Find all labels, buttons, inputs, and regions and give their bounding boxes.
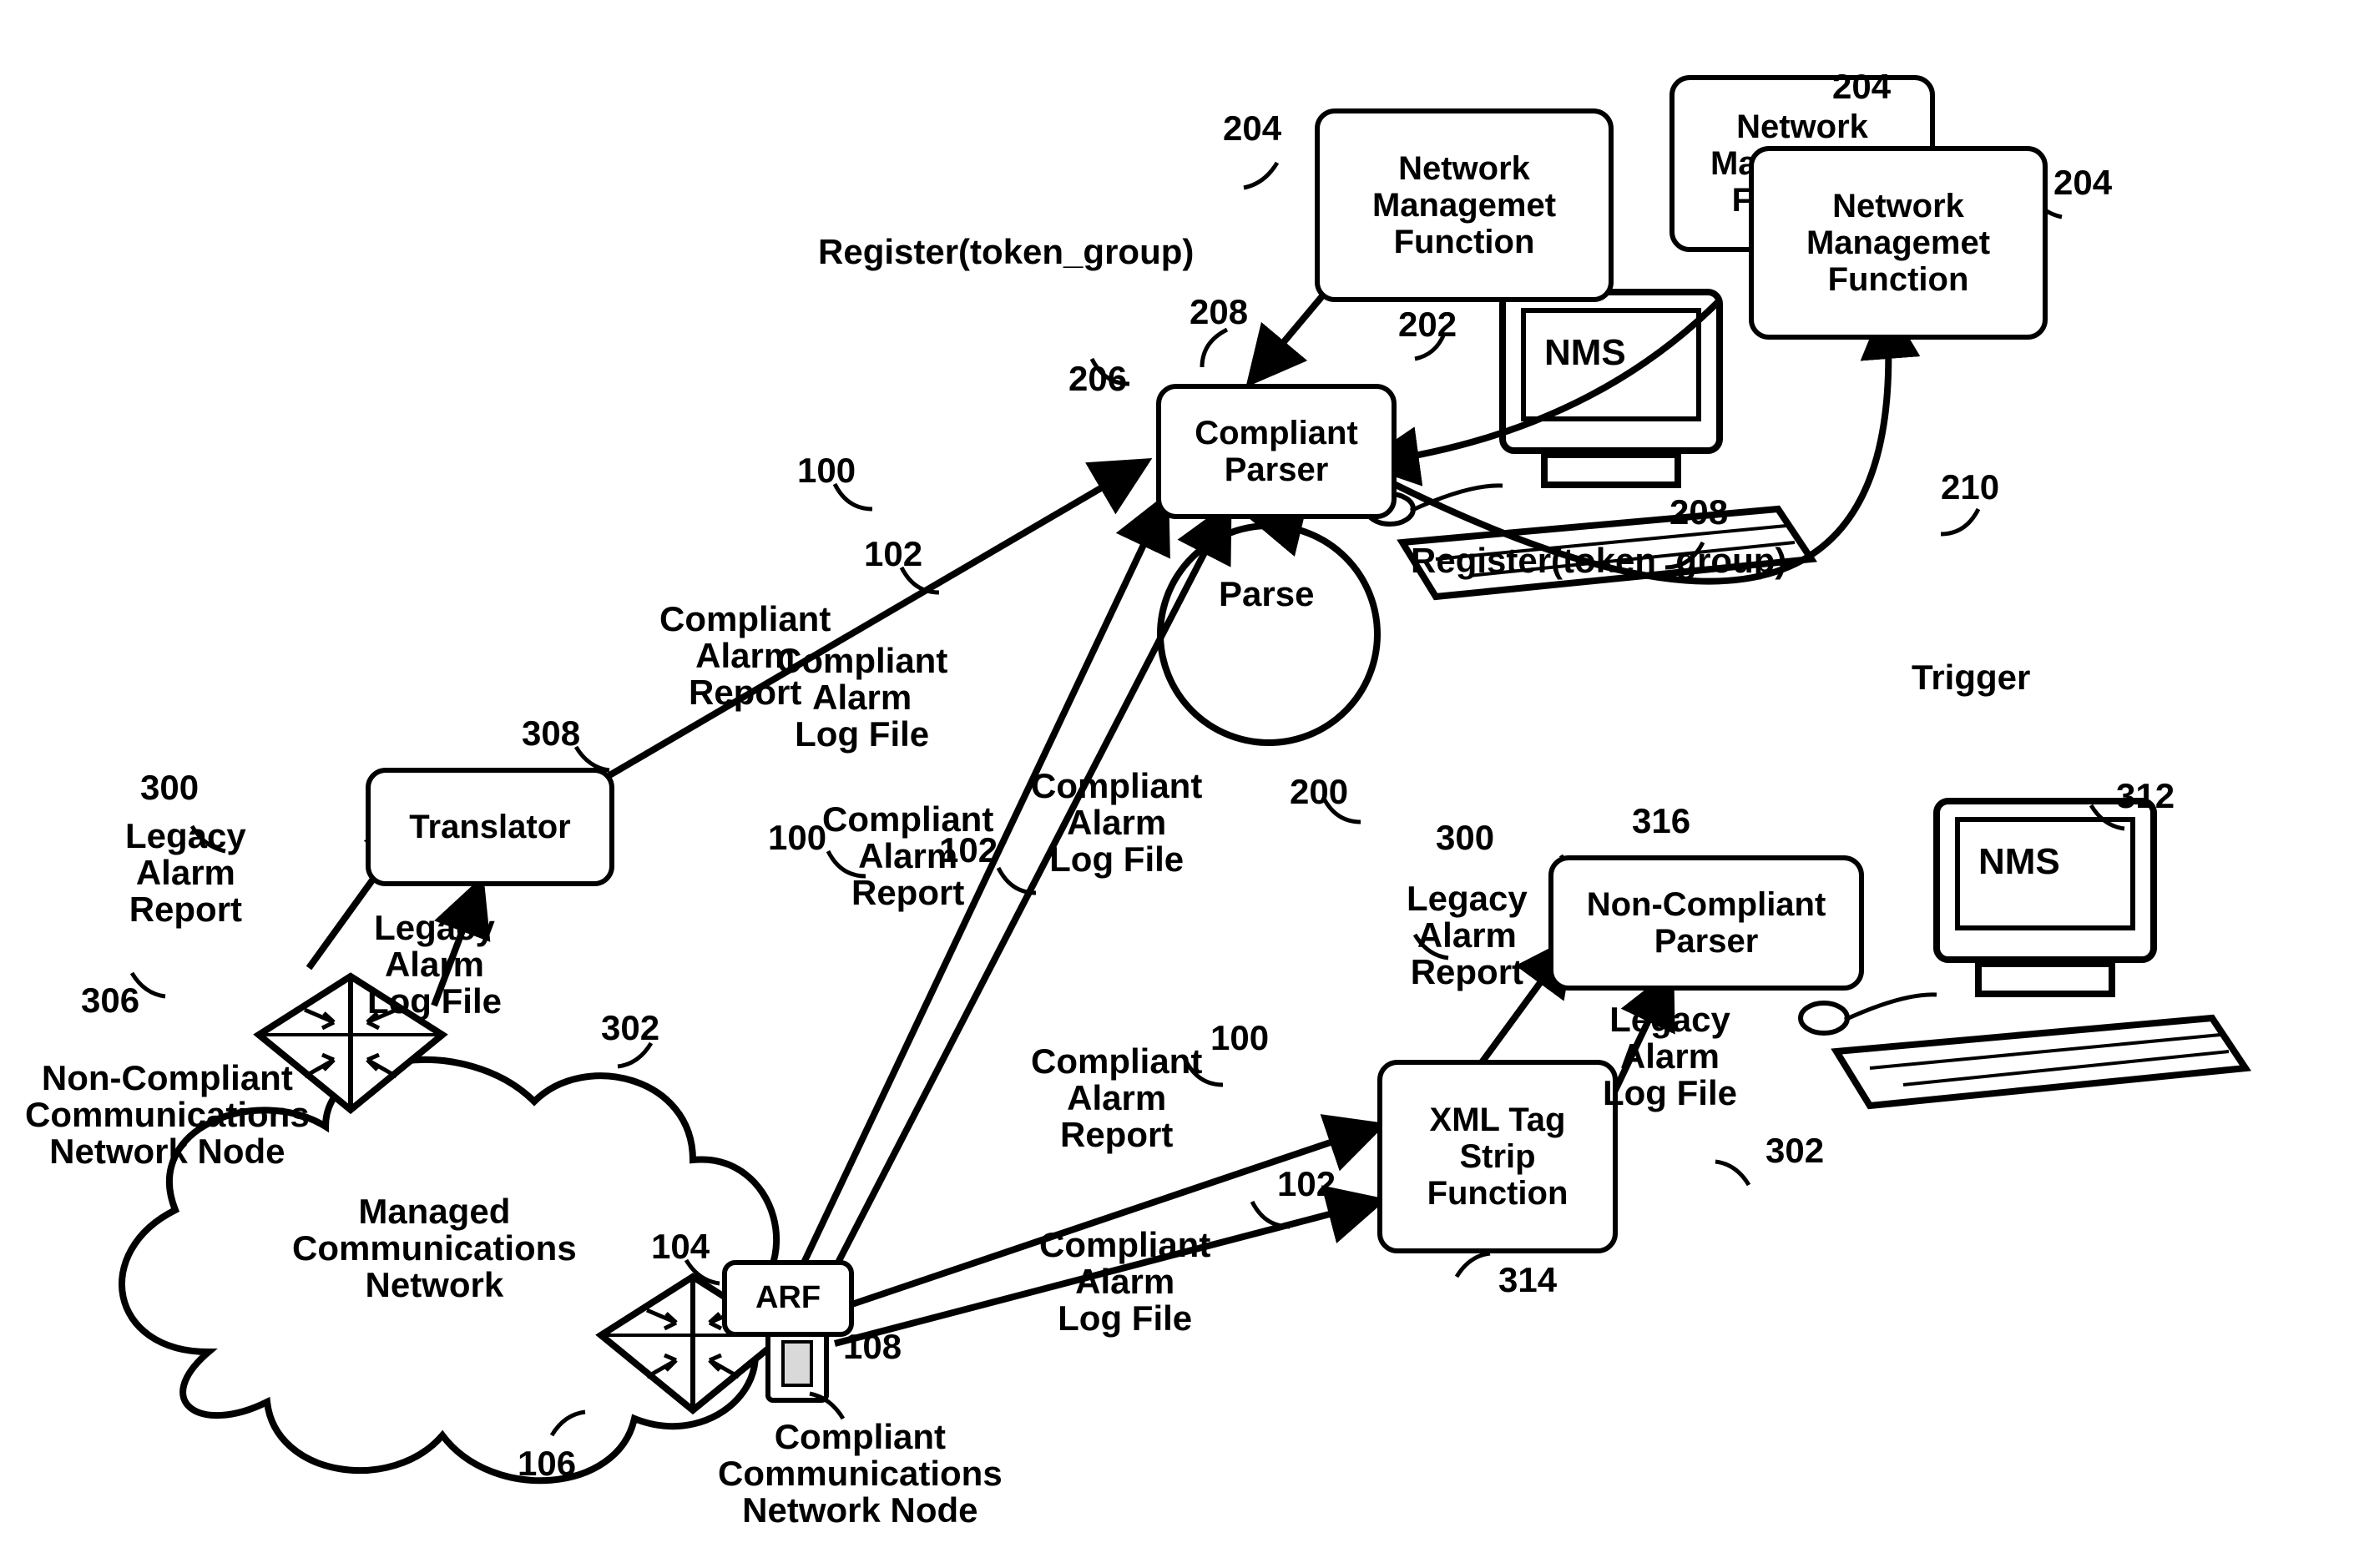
ref-100b: 100 xyxy=(768,818,826,858)
ref-102c: 102 xyxy=(1277,1164,1336,1204)
arf-label: ARF xyxy=(755,1281,821,1316)
legacy-alarm-log2: Legacy Alarm Log File xyxy=(1603,1001,1737,1112)
ref-316: 316 xyxy=(1632,801,1690,841)
parse-label: Parse xyxy=(1219,576,1314,613)
legacy-alarm-report1: Legacy Alarm Report xyxy=(125,818,246,928)
compliant-parser-label: Compliant Parser xyxy=(1176,415,1377,488)
nmf-box-2: Network Managemet Function xyxy=(1749,146,2048,340)
nms2-screen-text: NMS xyxy=(1978,843,2060,881)
ref-314: 314 xyxy=(1498,1260,1557,1300)
compliant-alarm-report3: Compliant Alarm Report xyxy=(1031,1043,1202,1153)
compliant-alarm-log3: Compliant Alarm Log File xyxy=(1039,1227,1210,1337)
alarm-log-storage-icon xyxy=(768,1327,826,1400)
nmf1-label: Network Managemet Function xyxy=(1335,150,1594,260)
compliant-node-label: Compliant Communications Network Node xyxy=(718,1419,1003,1529)
compliant-alarm-log1: Compliant Alarm Log File xyxy=(776,643,947,753)
noncompliant-parser-box: Non-Compliant Parser xyxy=(1548,855,1864,991)
translator-label: Translator xyxy=(409,809,570,845)
translator-box: Translator xyxy=(366,768,614,886)
ref-108: 108 xyxy=(843,1327,902,1367)
ref-208a: 208 xyxy=(1190,292,1248,332)
ref-302a: 302 xyxy=(601,1008,659,1048)
legacy-alarm-log1: Legacy Alarm Log File xyxy=(367,910,502,1020)
ref-202: 202 xyxy=(1398,305,1457,345)
nms1-screen-text: NMS xyxy=(1544,334,1626,372)
ref-204a: 204 xyxy=(1223,108,1281,149)
ref-102a: 102 xyxy=(864,534,922,574)
xml-strip-label: XML Tag Strip Function xyxy=(1397,1102,1598,1212)
noncompliant-node-label: Non-Compliant Communications Network Nod… xyxy=(25,1060,310,1170)
nmf-box-1: Network Managemet Function xyxy=(1315,108,1614,302)
ref-206: 206 xyxy=(1068,359,1127,399)
ref-300b: 300 xyxy=(1436,818,1494,858)
ref-106: 106 xyxy=(518,1444,576,1484)
ref-302b: 302 xyxy=(1765,1131,1824,1171)
compliant-parser-box: Compliant Parser xyxy=(1156,384,1397,519)
ref-300a: 300 xyxy=(140,768,199,808)
ref-306: 306 xyxy=(81,981,139,1021)
arf-box: ARF xyxy=(722,1260,854,1337)
compliant-alarm-log2: Compliant Alarm Log File xyxy=(1031,768,1202,878)
ref-312: 312 xyxy=(2116,776,2175,816)
managed-network-label: Managed Communications Network xyxy=(292,1193,577,1303)
ref-204c: 204 xyxy=(2053,163,2112,203)
ref-102b: 102 xyxy=(939,830,998,870)
nmf2-label: Network Managemet Function xyxy=(1769,188,2028,298)
register1-label: Register(token_group) xyxy=(818,234,1194,270)
ref-308: 308 xyxy=(522,713,580,754)
ref-200: 200 xyxy=(1290,772,1348,812)
noncompliant-parser-label: Non-Compliant Parser xyxy=(1568,886,1844,960)
ref-210: 210 xyxy=(1941,467,1999,507)
register2-label: Register(token_group) xyxy=(1411,542,1786,579)
xml-strip-box: XML Tag Strip Function xyxy=(1377,1060,1618,1253)
ref-100a: 100 xyxy=(797,451,856,491)
ref-104: 104 xyxy=(651,1227,710,1267)
ref-100c: 100 xyxy=(1210,1018,1269,1058)
legacy-alarm-report2: Legacy Alarm Report xyxy=(1407,880,1528,991)
trigger-label: Trigger xyxy=(1912,659,2030,696)
ref-204b: 204 xyxy=(1832,67,1891,107)
ref-208b: 208 xyxy=(1669,492,1728,532)
